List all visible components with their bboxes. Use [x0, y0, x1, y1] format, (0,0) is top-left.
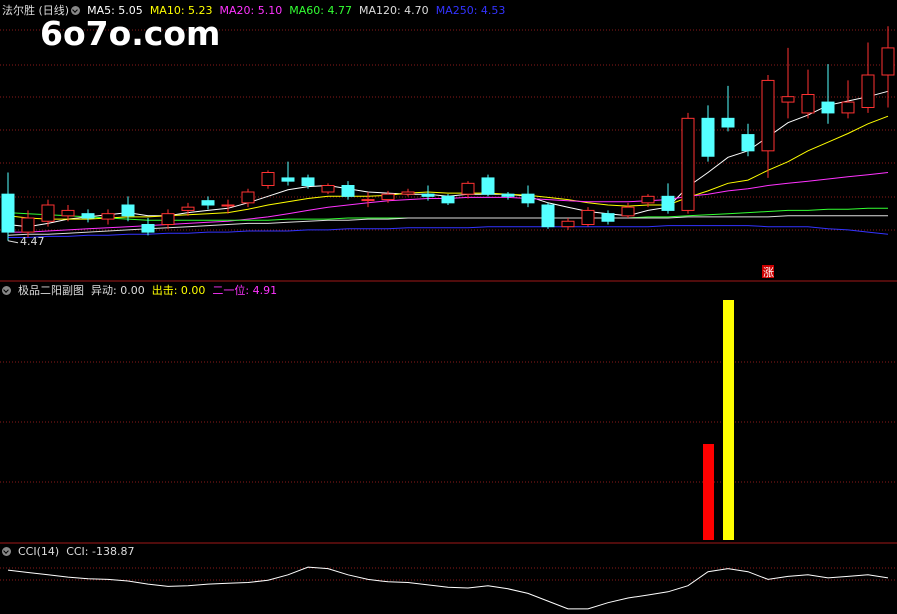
candle-body-19 [381, 193, 395, 201]
candle-body-24 [481, 177, 495, 195]
candle-body-30 [601, 213, 615, 222]
indicator-legend-2: 二一位: 4.91 [212, 284, 278, 297]
candle-body-18 [361, 199, 375, 202]
zhang-badge-text: 涨 [763, 266, 774, 279]
candle-body-40 [801, 94, 815, 114]
candle-body-8 [161, 213, 175, 226]
low-price-label: 4.47 [20, 235, 45, 248]
ma-line-ma250 [8, 225, 889, 238]
settings-circle-icon[interactable] [2, 286, 11, 295]
candle-body-12 [241, 191, 255, 204]
candle-body-3 [61, 209, 75, 217]
low-price-arrow [7, 240, 19, 244]
candle-body-36 [721, 117, 735, 128]
candle-body-42 [841, 101, 855, 114]
candle-body-9 [181, 206, 195, 211]
candle-body-43 [861, 74, 875, 108]
candle-body-26 [521, 193, 535, 204]
candle-body-37 [741, 134, 755, 152]
candle-body-13 [261, 172, 275, 186]
candle-body-34 [681, 117, 695, 211]
ma-legend-3: MA60: 4.77 [289, 4, 352, 17]
candle-body-25 [501, 193, 515, 197]
candle-body-33 [661, 195, 675, 211]
cci-legend-items: CCI: -138.87 [66, 545, 141, 558]
candle-body-16 [321, 185, 335, 193]
candle-body-4 [81, 213, 95, 219]
cci-panel[interactable]: CCI(14) CCI: -138.87 [0, 544, 897, 614]
candle-body-32 [641, 195, 655, 204]
ma-legend-2: MA20: 5.10 [219, 4, 283, 17]
main-chart-panel[interactable]: 4.47 涨 法尔胜 (日线) MA5: 5.05 MA10: 5.23 MA20: 5… [0, 0, 897, 282]
signal-bar-0 [703, 444, 714, 540]
candle-body-23 [461, 182, 475, 195]
candle-body-27 [541, 204, 555, 228]
watermark-logo: 6o7o.com [40, 14, 221, 53]
settings-circle-icon[interactable] [2, 547, 11, 556]
candle-body-20 [401, 191, 415, 195]
candle-body-14 [281, 177, 295, 182]
candle-body-38 [761, 79, 775, 152]
candle-body-41 [821, 101, 835, 114]
signal-bar-1 [723, 300, 734, 540]
indicator-legend-0: 异动: 0.00 [91, 284, 145, 297]
candle-body-15 [301, 177, 315, 187]
candle-body-2 [41, 204, 55, 222]
ma-legend-4: MA120: 4.70 [358, 4, 429, 17]
candle-body-44 [881, 47, 895, 76]
candle-body-10 [201, 200, 215, 206]
candle-body-21 [421, 193, 435, 197]
ma-legend-5: MA250: 4.53 [435, 4, 506, 17]
candle-body-35 [701, 117, 715, 157]
indicator-title: 极品二阳副图 [18, 284, 84, 297]
indicator-legend-items: 异动: 0.00 出击: 0.00 二一位: 4.91 [91, 284, 284, 297]
candle-body-31 [621, 206, 635, 217]
indicator-legend: 极品二阳副图 异动: 0.00 出击: 0.00 二一位: 4.91 [2, 284, 291, 298]
cci-legend: CCI(14) CCI: -138.87 [2, 545, 148, 559]
cci-legend-0: CCI: -138.87 [66, 545, 135, 558]
ma-line-ma5 [7, 90, 889, 228]
cci-title: CCI(14) [18, 545, 60, 558]
candle-body-29 [581, 209, 595, 226]
indicator-legend-1: 出击: 0.00 [151, 284, 206, 297]
candle-body-17 [341, 185, 355, 197]
candle-body-22 [441, 195, 455, 204]
candle-body-6 [121, 204, 135, 217]
candle-body-39 [781, 96, 795, 103]
candle-body-5 [101, 213, 115, 220]
candle-body-1 [21, 217, 35, 233]
candle-body-0 [1, 193, 15, 233]
cci-line [7, 566, 889, 610]
candle-body-28 [561, 220, 575, 228]
candle-body-7 [141, 224, 155, 233]
candle-body-11 [221, 204, 235, 207]
indicator-panel[interactable]: 极品二阳副图 异动: 0.00 出击: 0.00 二一位: 4.91 [0, 282, 897, 544]
indicator-bar-chart[interactable] [0, 282, 897, 544]
